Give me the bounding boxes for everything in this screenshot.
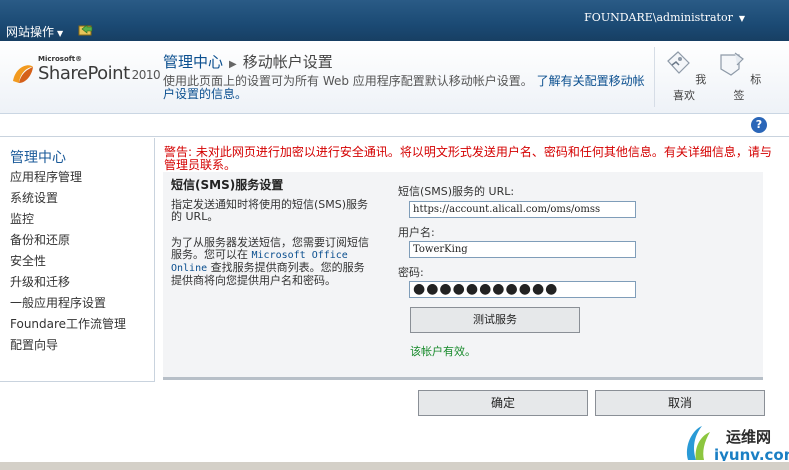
help-icon[interactable]: ? bbox=[751, 117, 767, 133]
navigate-up-icon[interactable] bbox=[78, 22, 94, 36]
site-actions-menu[interactable]: 网站操作 ▼ bbox=[6, 23, 63, 40]
username-label: 用户名: bbox=[398, 226, 435, 239]
chevron-down-icon: ▼ bbox=[57, 29, 64, 38]
username-input[interactable]: TowerKing bbox=[409, 241, 636, 258]
password-label: 密码: bbox=[398, 266, 424, 279]
tags-notes-button[interactable]: 标签 bbox=[716, 49, 762, 103]
page-description-text: 使用此页面上的设置可为所有 Web 应用程序配置默认移动帐户设置。 bbox=[163, 74, 533, 88]
nav-item[interactable]: Foundare工作流管理 bbox=[10, 314, 126, 335]
divider bbox=[0, 136, 789, 137]
nav-item[interactable]: 配置向导 bbox=[10, 335, 126, 356]
i-like-it-button[interactable]: 我喜欢 bbox=[661, 49, 707, 103]
watermark-line1: 运维网 bbox=[726, 428, 772, 446]
title-divider bbox=[654, 47, 655, 107]
title-area: Microsoft® SharePoint 2010 管理中心 ▶ 移动帐户设置 使用… bbox=[0, 41, 789, 114]
form-fields: 短信(SMS)服务的 URL: https://account.alicall.… bbox=[390, 172, 763, 377]
security-warning: 警告: 未对此网页进行加密以进行安全通讯。将以明文形式发送用户名、密码和任何其他… bbox=[164, 145, 772, 172]
cancel-button[interactable]: 取消 bbox=[595, 390, 765, 416]
thumbs-up-tag-icon bbox=[666, 51, 690, 74]
breadcrumb-separator-icon: ▶ bbox=[229, 59, 237, 70]
sharepoint-logo[interactable]: Microsoft® SharePoint 2010 bbox=[10, 55, 161, 95]
password-input[interactable]: ●●●●●●●●●●● bbox=[409, 281, 636, 298]
logo-microsoft-text: Microsoft® bbox=[38, 55, 83, 63]
site-actions-label: 网站操作 bbox=[6, 25, 55, 39]
user-name: FOUNDARE\administrator bbox=[584, 11, 733, 24]
nav-header-central-admin[interactable]: 管理中心 bbox=[10, 147, 66, 167]
section-desc-2: 为了从服务器发送短信，您需要订阅短信服务。您可以在 Microsoft Offi… bbox=[171, 237, 369, 287]
nav-list: 应用程序管理 系统设置 监控 备份和还原 安全性 升级和迁移 一般应用程序设置 … bbox=[10, 167, 126, 356]
section-title: 短信(SMS)服务设置 bbox=[171, 178, 284, 192]
url-input[interactable]: https://account.alicall.com/oms/omss bbox=[409, 201, 636, 218]
nav-item[interactable]: 应用程序管理 bbox=[10, 167, 126, 188]
account-valid-message: 该帐户有效。 bbox=[410, 345, 476, 358]
sharepoint-logo-icon bbox=[13, 65, 33, 83]
nav-item[interactable]: 系统设置 bbox=[10, 188, 126, 209]
nav-item[interactable]: 安全性 bbox=[10, 251, 126, 272]
user-menu[interactable]: FOUNDARE\administrator ▼ bbox=[584, 11, 745, 24]
ok-button[interactable]: 确定 bbox=[418, 390, 588, 416]
watermark: 运维网 iyunv.com bbox=[680, 422, 789, 466]
nav-item[interactable]: 一般应用程序设置 bbox=[10, 293, 126, 314]
nav-item[interactable]: 备份和还原 bbox=[10, 230, 126, 251]
nav-item[interactable]: 升级和迁移 bbox=[10, 272, 126, 293]
chevron-down-icon: ▼ bbox=[738, 14, 745, 23]
url-label: 短信(SMS)服务的 URL: bbox=[398, 185, 515, 198]
breadcrumb-root-link[interactable]: 管理中心 bbox=[163, 53, 223, 71]
logo-product-name: SharePoint bbox=[38, 63, 130, 84]
logo-year: 2010 bbox=[131, 68, 161, 82]
section-desc-1: 指定发送通知时将使用的短信(SMS)服务的 URL。 bbox=[171, 198, 369, 223]
page-title: 移动帐户设置 bbox=[242, 53, 333, 71]
page-description: 使用此页面上的设置可为所有 Web 应用程序配置默认移动帐户设置。 了解有关配置… bbox=[163, 75, 648, 101]
logo-product-text: SharePoint 2010 bbox=[38, 63, 161, 84]
nav-item[interactable]: 监控 bbox=[10, 209, 126, 230]
sms-settings-panel: 短信(SMS)服务设置 指定发送通知时将使用的短信(SMS)服务的 URL。 为… bbox=[163, 172, 763, 380]
tag-icon bbox=[720, 52, 744, 76]
section-description: 指定发送通知时将使用的短信(SMS)服务的 URL。 为了从服务器发送短信，您需… bbox=[171, 199, 369, 287]
breadcrumb: 管理中心 ▶ 移动帐户设置 bbox=[163, 51, 333, 72]
test-service-button[interactable]: 测试服务 bbox=[410, 307, 580, 333]
quick-launch-nav: 管理中心 应用程序管理 系统设置 监控 备份和还原 安全性 升级和迁移 一般应用… bbox=[0, 138, 155, 382]
ribbon-top-bar: 网站操作 ▼ FOUNDARE\administrator ▼ bbox=[0, 0, 789, 41]
